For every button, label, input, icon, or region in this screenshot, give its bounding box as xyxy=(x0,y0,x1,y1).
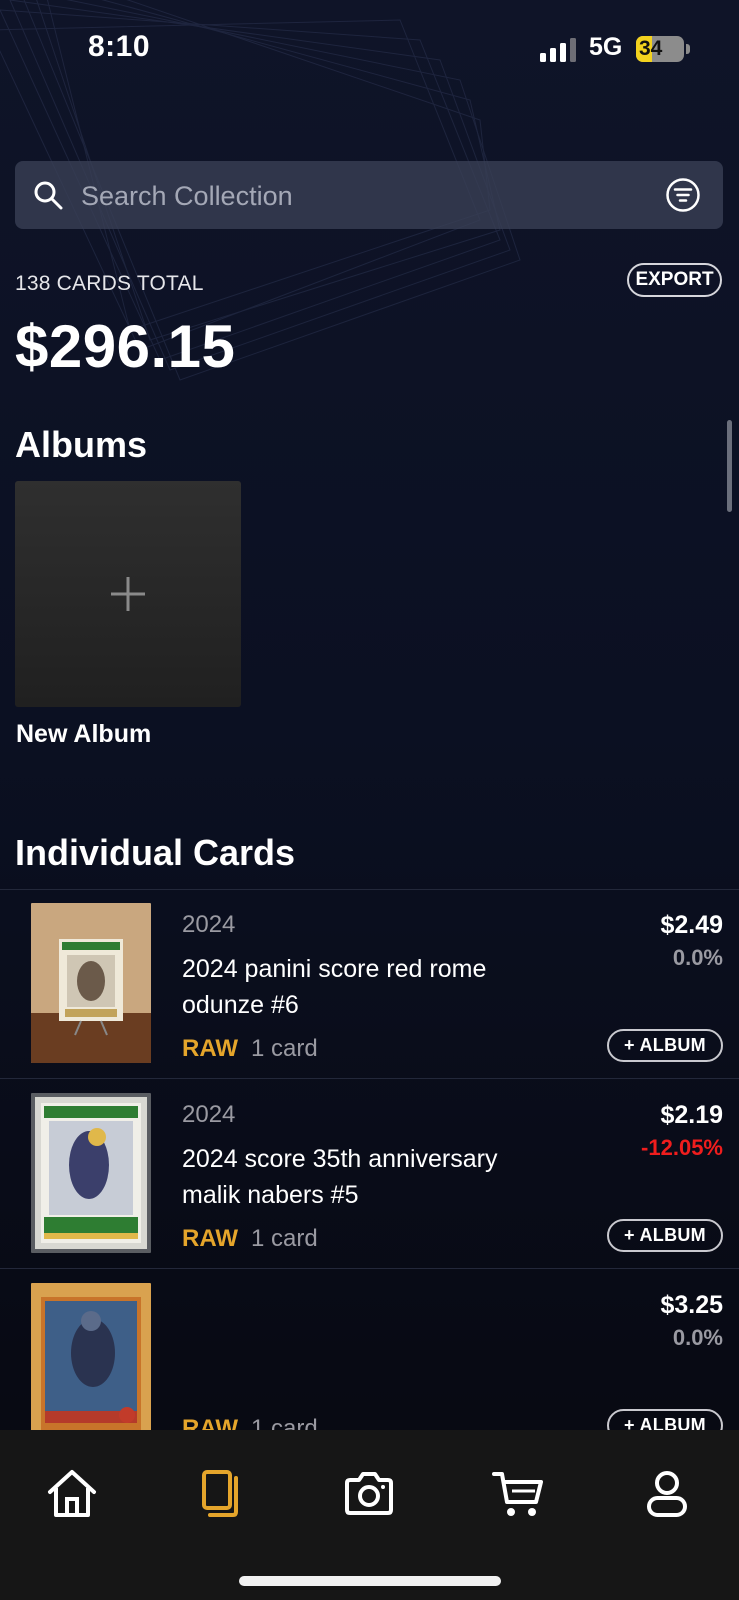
card-thumbnail xyxy=(31,1283,151,1443)
battery-level: 34 xyxy=(639,37,663,60)
home-indicator[interactable] xyxy=(239,1576,501,1586)
profile-icon[interactable] xyxy=(641,1468,693,1520)
card-price: $2.49 xyxy=(660,911,723,939)
card-condition: RAW xyxy=(182,1225,238,1252)
collection-icon[interactable] xyxy=(196,1468,248,1520)
card-count-label: 138 CARDS TOTAL xyxy=(15,272,204,295)
scroll-indicator[interactable] xyxy=(727,420,732,512)
card-row[interactable]: 2024 2024 score 35th anniversary malik n… xyxy=(0,1079,739,1269)
card-year: 2024 xyxy=(182,911,236,938)
albums-heading: Albums xyxy=(15,424,148,465)
card-title: 2024 panini score red rome odunze #6 xyxy=(182,955,487,1019)
collection-total-value: $296.15 xyxy=(15,313,236,380)
search-bar[interactable] xyxy=(15,161,723,229)
add-to-album-button[interactable]: + ALBUM xyxy=(607,1219,723,1252)
card-price-change: 0.0% xyxy=(672,1325,723,1350)
card-price: $3.25 xyxy=(660,1291,723,1319)
card-price: $2.19 xyxy=(660,1101,723,1129)
card-quantity: 1 card xyxy=(251,1035,318,1062)
plus-icon xyxy=(111,577,145,611)
add-to-album-button[interactable]: + ALBUM xyxy=(607,1029,723,1062)
card-quantity: 1 card xyxy=(251,1225,318,1252)
search-input[interactable] xyxy=(79,173,643,219)
card-condition: RAW xyxy=(182,1035,238,1062)
signal-icon xyxy=(540,38,576,62)
export-button[interactable]: EXPORT xyxy=(627,263,722,297)
tab-bar xyxy=(0,1430,739,1600)
card-thumbnail xyxy=(31,903,151,1063)
card-price-change: -12.05% xyxy=(641,1135,723,1160)
new-album-label: New Album xyxy=(16,720,152,748)
new-album-button[interactable] xyxy=(15,481,241,707)
card-year: 2024 xyxy=(182,1101,236,1128)
camera-icon[interactable] xyxy=(343,1468,395,1520)
individual-cards-heading: Individual Cards xyxy=(15,832,296,873)
search-icon xyxy=(34,181,63,210)
card-thumbnail xyxy=(31,1093,151,1253)
cart-icon[interactable] xyxy=(492,1468,544,1520)
home-icon[interactable] xyxy=(46,1468,98,1520)
status-time: 8:10 xyxy=(88,30,151,63)
card-row[interactable]: 2024 2024 panini score red rome odunze #… xyxy=(0,889,739,1079)
battery-icon: 34 xyxy=(636,36,690,62)
network-type: 5G xyxy=(589,33,623,61)
card-price-change: 0.0% xyxy=(672,945,723,970)
status-bar: 8:10 5G 34 xyxy=(0,0,739,100)
card-title: 2024 score 35th anniversary malik nabers… xyxy=(182,1145,498,1209)
filter-icon[interactable] xyxy=(665,177,701,213)
